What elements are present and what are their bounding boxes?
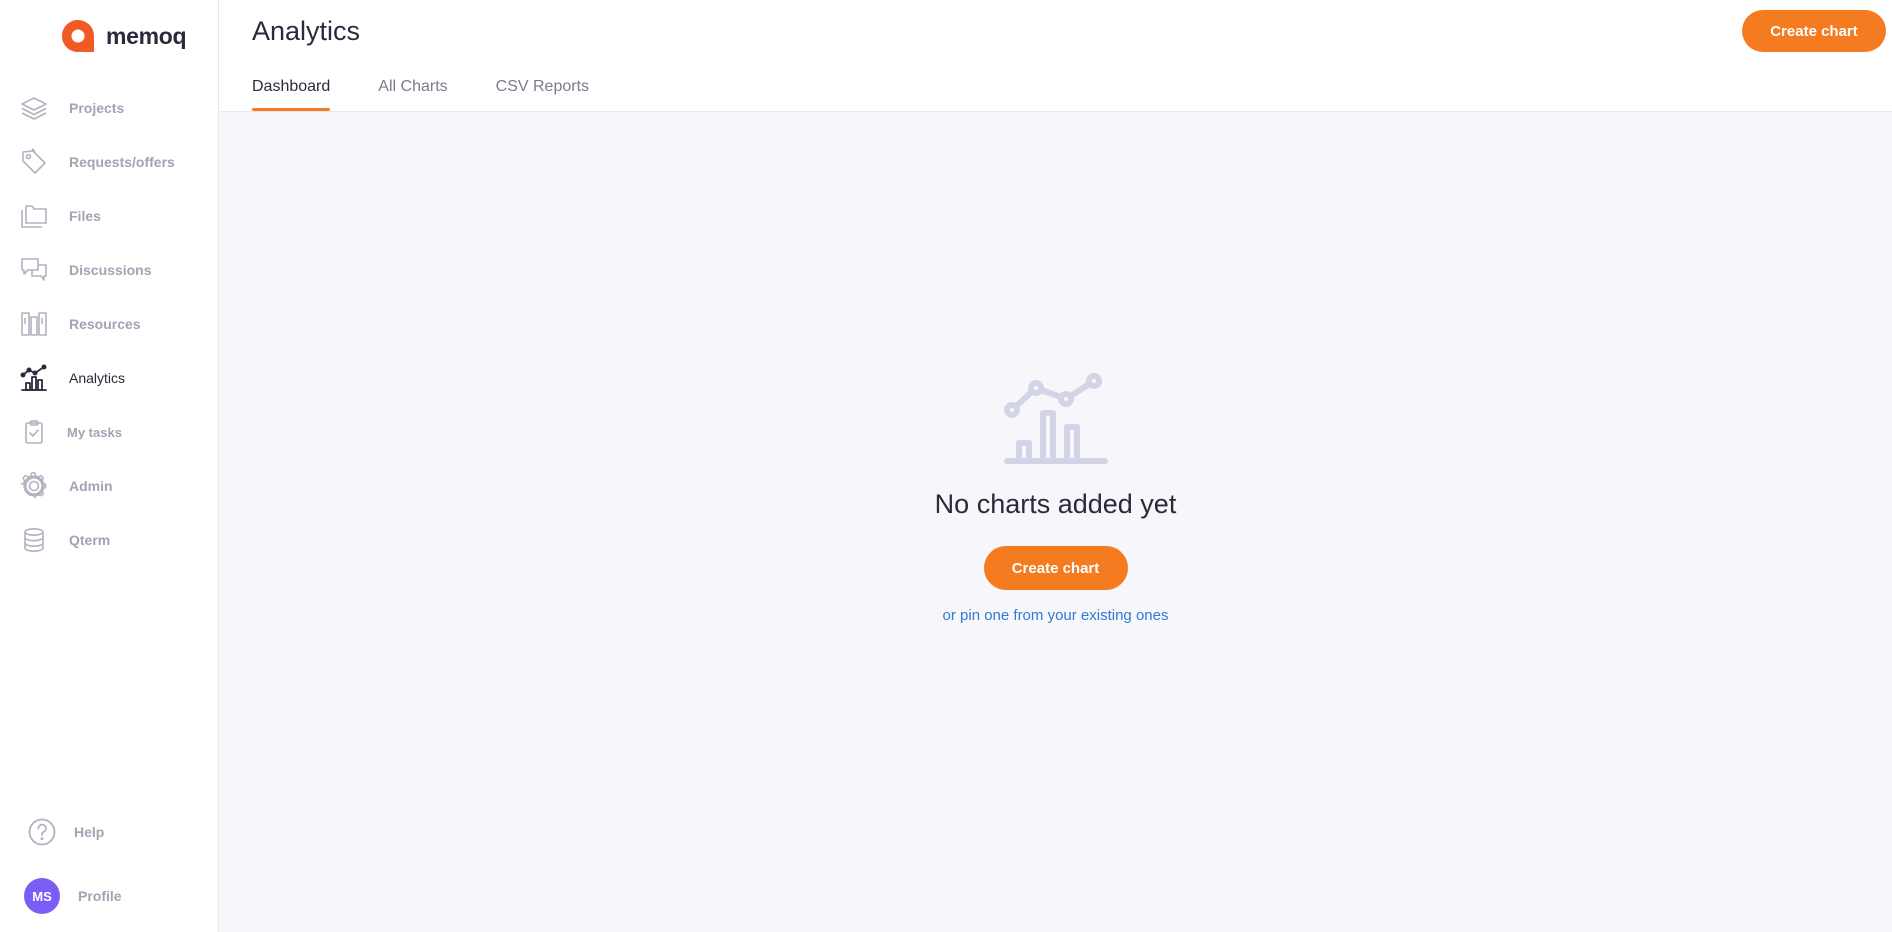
layers-icon <box>20 94 48 122</box>
sidebar-item-label: Projects <box>69 100 125 116</box>
empty-state: No charts added yet Create chart or pin … <box>219 367 1892 624</box>
clipboard-check-icon <box>20 418 48 446</box>
empty-create-chart-button[interactable]: Create chart <box>983 546 1128 590</box>
avatar: MS <box>24 878 60 914</box>
help-circle-icon <box>28 818 56 846</box>
sidebar-item-label: Qterm <box>69 532 111 548</box>
library-icon <box>20 310 48 338</box>
tag-icon <box>20 148 48 176</box>
chat-icon <box>20 256 48 284</box>
memoq-logo[interactable]: memoq <box>60 18 187 54</box>
sidebar-item-label: Analytics <box>69 370 126 386</box>
page-header: Analytics Dashboard All Charts CSV Repor… <box>219 0 1892 112</box>
dashboard-content: No charts added yet Create chart or pin … <box>219 112 1892 932</box>
create-chart-button[interactable]: Create chart <box>1742 10 1886 52</box>
sidebar-item-requests-offers[interactable]: Requests/offers <box>0 135 218 189</box>
database-icon <box>20 526 48 554</box>
empty-state-title: No charts added yet <box>934 489 1177 519</box>
page-title: Analytics <box>252 16 361 46</box>
sidebar-item-label: Discussions <box>69 262 152 278</box>
analytics-icon <box>20 364 48 392</box>
sidebar-item-label: Files <box>69 208 101 224</box>
sidebar-item-label: My tasks <box>67 424 122 440</box>
gear-icon <box>20 472 48 500</box>
sidebar-item-qterm[interactable]: Qterm <box>0 513 218 567</box>
pin-existing-chart-link[interactable]: or pin one from your existing ones <box>943 607 1169 624</box>
sidebar-item-discussions[interactable]: Discussions <box>0 243 218 297</box>
profile-label: Profile <box>78 888 122 904</box>
sidebar-item-label: Admin <box>69 478 113 494</box>
tab-dashboard[interactable]: Dashboard <box>252 66 331 112</box>
sidebar-item-profile[interactable]: MS Profile <box>0 876 218 916</box>
sidebar-item-analytics[interactable]: Analytics <box>0 351 218 405</box>
sidebar: memoq Projects Requests/offers Files Dis… <box>0 0 219 932</box>
folder-icon <box>20 202 48 230</box>
help-label: Help <box>74 824 105 840</box>
chart-placeholder-icon <box>1003 373 1108 464</box>
sidebar-item-projects[interactable]: Projects <box>0 81 218 135</box>
tab-all-charts[interactable]: All Charts <box>378 66 447 112</box>
sidebar-nav: Projects Requests/offers Files Discussio… <box>0 81 218 567</box>
sidebar-item-label: Requests/offers <box>69 154 175 170</box>
sidebar-item-admin[interactable]: Admin <box>0 459 218 513</box>
sidebar-item-resources[interactable]: Resources <box>0 297 218 351</box>
sidebar-item-my-tasks[interactable]: My tasks <box>0 405 218 459</box>
tab-csv-reports[interactable]: CSV Reports <box>496 66 589 112</box>
memoq-logo-icon <box>62 20 94 52</box>
sidebar-item-files[interactable]: Files <box>0 189 218 243</box>
sidebar-item-label: Resources <box>69 316 141 332</box>
sidebar-item-help[interactable]: Help <box>0 812 218 852</box>
brand-name: memoq <box>106 22 187 49</box>
tab-bar: Dashboard All Charts CSV Reports <box>252 66 589 112</box>
